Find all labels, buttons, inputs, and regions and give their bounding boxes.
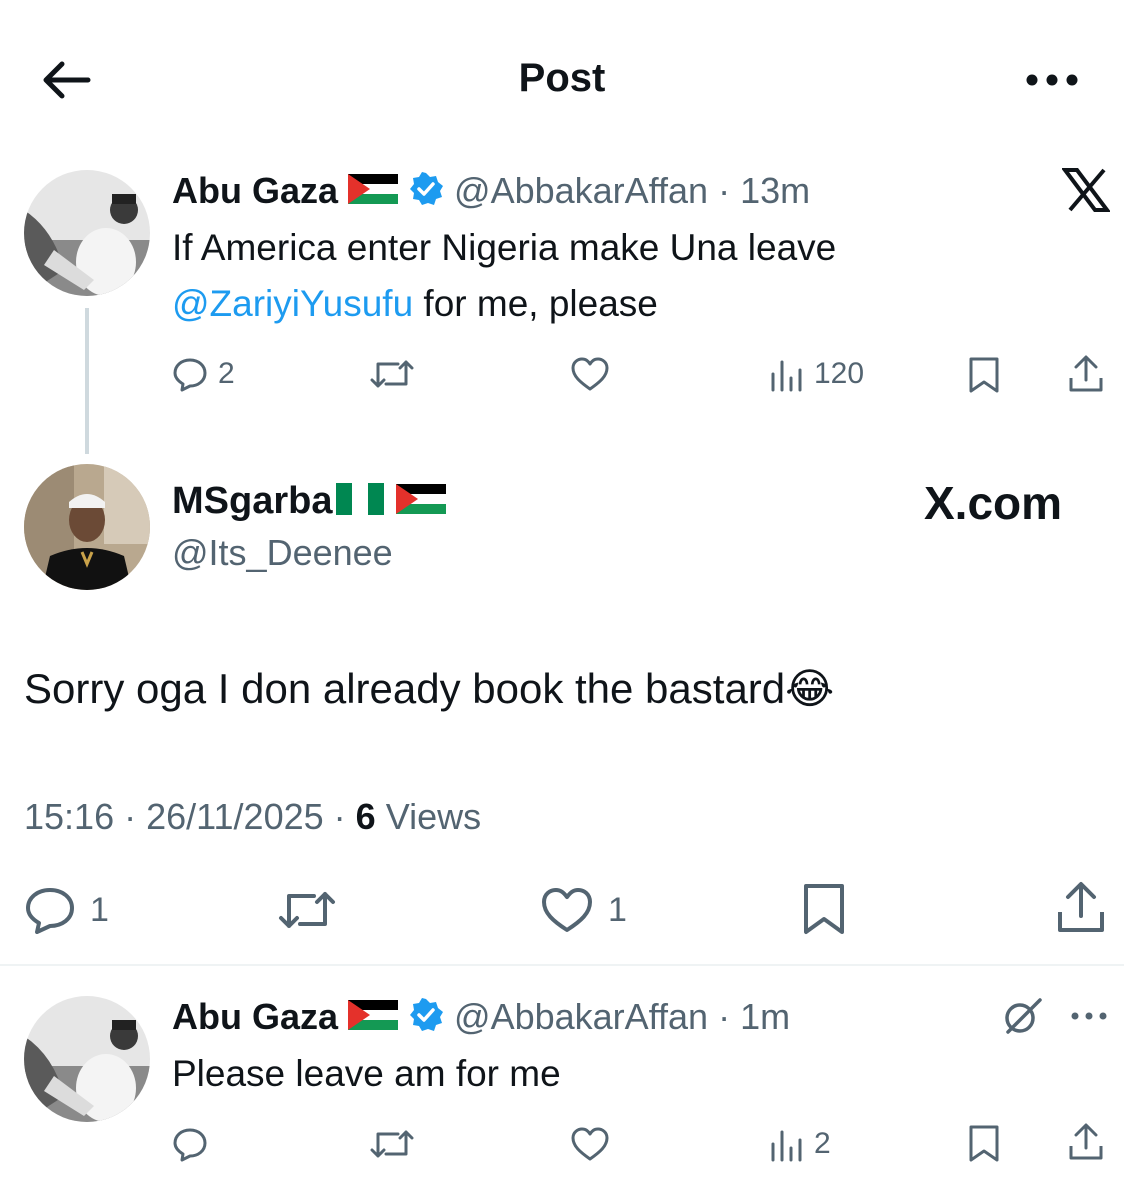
avatar[interactable] — [24, 170, 150, 296]
handle[interactable]: @AbbakarAffan — [454, 170, 708, 212]
timestamp[interactable]: 13m — [740, 170, 810, 212]
display-name[interactable]: Abu Gaza — [172, 170, 338, 212]
reply-button[interactable]: 2 — [172, 356, 235, 392]
like-button[interactable] — [570, 356, 610, 392]
avatar-image — [24, 464, 150, 590]
palestine-flag-icon — [348, 173, 399, 209]
separator: · — [333, 796, 346, 837]
quoted-post-line2-rest: for me, please — [413, 283, 658, 324]
reply-post-text: Please leave am for me — [172, 1053, 561, 1094]
share-icon — [1069, 1123, 1103, 1160]
share-button[interactable] — [1056, 880, 1106, 934]
post-date: 26/11/2025 — [146, 796, 324, 837]
x-com-watermark: X.com — [924, 477, 1063, 529]
handle[interactable]: @AbbakarAffan — [454, 996, 708, 1038]
grok-icon — [1005, 998, 1042, 1034]
views-count: 6 — [355, 796, 376, 837]
mention-link[interactable]: @ZariyiYusufu — [172, 283, 413, 324]
reply-icon — [173, 358, 207, 392]
main-post-name-row: MSgarba — [172, 476, 447, 526]
views-count: 120 — [814, 357, 865, 390]
main-post-text: Sorry oga I don already book the bastard… — [24, 664, 834, 713]
post-time: 15:16 — [24, 796, 115, 837]
quoted-post-line2: @ZariyiYusufu for me, please — [172, 276, 658, 332]
reply-count: 1 — [90, 890, 109, 929]
repost-button[interactable] — [276, 886, 338, 934]
tears-of-joy-emoji-icon: 😂 — [785, 665, 835, 712]
palestine-flag-icon — [396, 483, 447, 519]
bookmark-button[interactable] — [802, 882, 846, 936]
analytics-icon — [771, 360, 802, 392]
share-button[interactable] — [1068, 1122, 1104, 1162]
handle[interactable]: @Its_Deenee — [172, 532, 393, 574]
grok-button[interactable] — [1000, 996, 1044, 1036]
avatar[interactable] — [24, 996, 150, 1122]
reply-count: 2 — [218, 357, 235, 390]
heart-icon — [571, 1127, 609, 1161]
repost-icon — [370, 360, 414, 388]
bookmark-button[interactable] — [968, 356, 1000, 394]
more-horizontal-icon — [1071, 1012, 1107, 1020]
reply-icon — [173, 1128, 207, 1162]
analytics-icon — [771, 1130, 802, 1162]
repost-icon — [370, 1130, 414, 1158]
like-button[interactable] — [570, 1126, 610, 1162]
more-options-button[interactable] — [1024, 68, 1080, 92]
separator: · — [718, 996, 731, 1037]
views-count: 2 — [814, 1127, 831, 1160]
main-post-meta: 15:16 · 26/11/2025 · 6 Views — [24, 796, 481, 838]
reply-post-header: Abu Gaza @AbbakarAffan · 1m — [172, 994, 790, 1040]
thread-line — [85, 308, 89, 454]
like-count: 1 — [608, 890, 627, 929]
bookmark-icon — [804, 884, 844, 934]
separator: · — [124, 796, 137, 837]
avatar[interactable] — [24, 464, 150, 590]
verified-badge-icon — [408, 171, 444, 212]
separator: · — [718, 170, 731, 211]
reply-icon — [26, 888, 74, 934]
main-post-text-content: Sorry oga I don already book the bastard — [24, 665, 786, 712]
share-button[interactable] — [1068, 354, 1104, 394]
repost-button[interactable] — [368, 356, 416, 392]
bookmark-button[interactable] — [968, 1124, 1000, 1164]
heart-icon — [571, 357, 609, 391]
share-icon — [1069, 355, 1103, 392]
quoted-post-line1: If America enter Nigeria make Una leave — [172, 227, 837, 268]
avatar-image — [24, 170, 150, 296]
bookmark-icon — [969, 1125, 999, 1162]
heart-icon — [542, 888, 592, 932]
page-title: Post — [518, 56, 606, 100]
views-label: Views — [385, 796, 482, 837]
verified-badge-icon — [408, 997, 444, 1038]
more-options-button[interactable] — [1070, 1010, 1108, 1022]
quoted-post-header: Abu Gaza @AbbakarAffan · 13m — [172, 168, 810, 214]
reply-button[interactable]: 1 — [24, 886, 109, 934]
repost-button[interactable] — [368, 1126, 416, 1162]
x-logo-icon — [1062, 168, 1110, 212]
more-horizontal-icon — [1026, 74, 1078, 86]
nigeria-flag-icon — [336, 482, 385, 520]
repost-icon — [279, 892, 335, 928]
views-button[interactable]: 2 — [770, 1126, 831, 1162]
divider — [0, 964, 1124, 966]
palestine-flag-icon — [348, 999, 399, 1035]
display-name[interactable]: Abu Gaza — [172, 996, 338, 1038]
display-name[interactable]: MSgarba — [172, 480, 332, 523]
reply-button[interactable] — [172, 1126, 208, 1162]
share-icon — [1058, 882, 1104, 932]
avatar-image — [24, 996, 150, 1122]
like-button[interactable]: 1 — [540, 886, 627, 934]
views-button[interactable]: 120 — [770, 356, 864, 392]
timestamp[interactable]: 1m — [740, 996, 790, 1038]
bookmark-icon — [969, 357, 999, 393]
